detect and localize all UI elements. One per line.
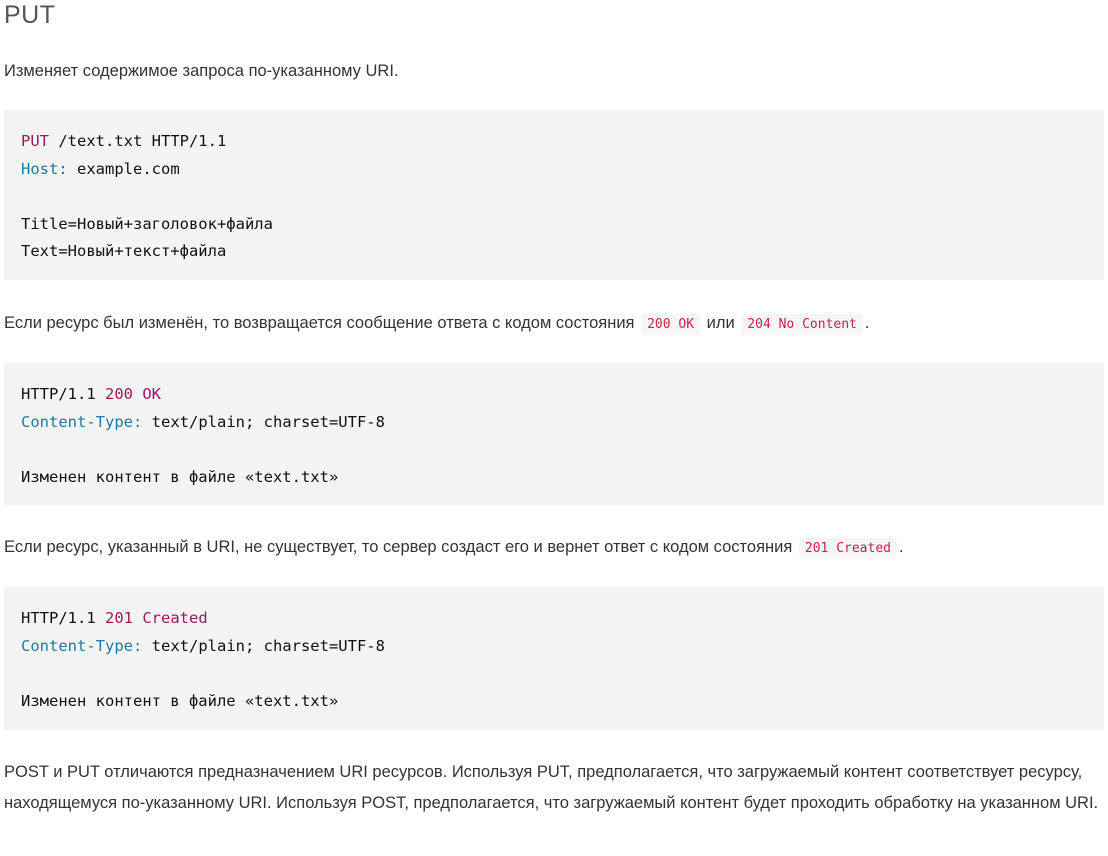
modified-paragraph: Если ресурс был изменён, то возвращается…: [4, 308, 869, 340]
body-line: Изменен контент в файле «text.txt»: [21, 691, 339, 710]
header-name: Host:: [21, 159, 68, 178]
http-method: PUT: [21, 132, 49, 150]
header-name: Content-Type:: [21, 636, 143, 655]
header-value: example.com: [67, 159, 180, 178]
response-ok-code-block: HTTP/1.1 200 OK Content-Type: text/plain…: [4, 363, 1104, 505]
section-heading: PUT: [4, 1, 56, 29]
body-line: Text=Новый+текст+файла: [21, 242, 227, 260]
status-code: 201 Created: [105, 609, 208, 627]
request-target: /text.txt HTTP/1.1: [49, 132, 227, 150]
paragraph-text: .: [898, 538, 904, 556]
content-type-line: Content-Type: text/plain; charset=UTF-8: [21, 409, 1087, 437]
host-header-line: Host: example.com: [21, 156, 1087, 184]
status-line: HTTP/1.1 201 Created: [21, 605, 1087, 633]
paragraph-text: .: [864, 314, 870, 332]
inline-code-201: 201 Created: [798, 538, 897, 559]
header-name: Content-Type:: [21, 412, 143, 431]
created-paragraph: Если ресурс, указанный в URI, не существ…: [4, 532, 904, 564]
request-code-block: PUT /text.txt HTTP/1.1 Host: example.com…: [4, 110, 1104, 280]
paragraph-text: Если ресурс, указанный в URI, не существ…: [4, 538, 793, 556]
paragraph-text: Если ресурс был изменён, то возвращается…: [4, 314, 635, 332]
protocol: HTTP/1.1: [21, 385, 105, 403]
status-code: 200 OK: [105, 385, 161, 403]
body-line: Title=Новый+заголовок+файла: [21, 214, 273, 233]
inline-code-204: 204 No Content: [741, 314, 863, 335]
response-created-code-block: HTTP/1.1 201 Created Content-Type: text/…: [4, 587, 1104, 730]
intro-paragraph: Изменяет содержимое запроса по-указанном…: [4, 62, 399, 80]
status-line: HTTP/1.1 200 OK: [21, 381, 1087, 409]
header-value: text/plain; charset=UTF-8: [142, 636, 385, 655]
protocol: HTTP/1.1: [21, 609, 105, 627]
inline-code-200: 200 OK: [641, 314, 701, 335]
paragraph-text: или: [706, 314, 735, 332]
request-line: PUT /text.txt HTTP/1.1: [21, 128, 1087, 156]
header-value: text/plain; charset=UTF-8: [142, 412, 385, 431]
body-line: Изменен контент в файле «text.txt»: [21, 467, 339, 486]
content-type-line: Content-Type: text/plain; charset=UTF-8: [21, 633, 1087, 661]
post-vs-put-paragraph: POST и PUT отличаются предназначением UR…: [4, 763, 1099, 812]
